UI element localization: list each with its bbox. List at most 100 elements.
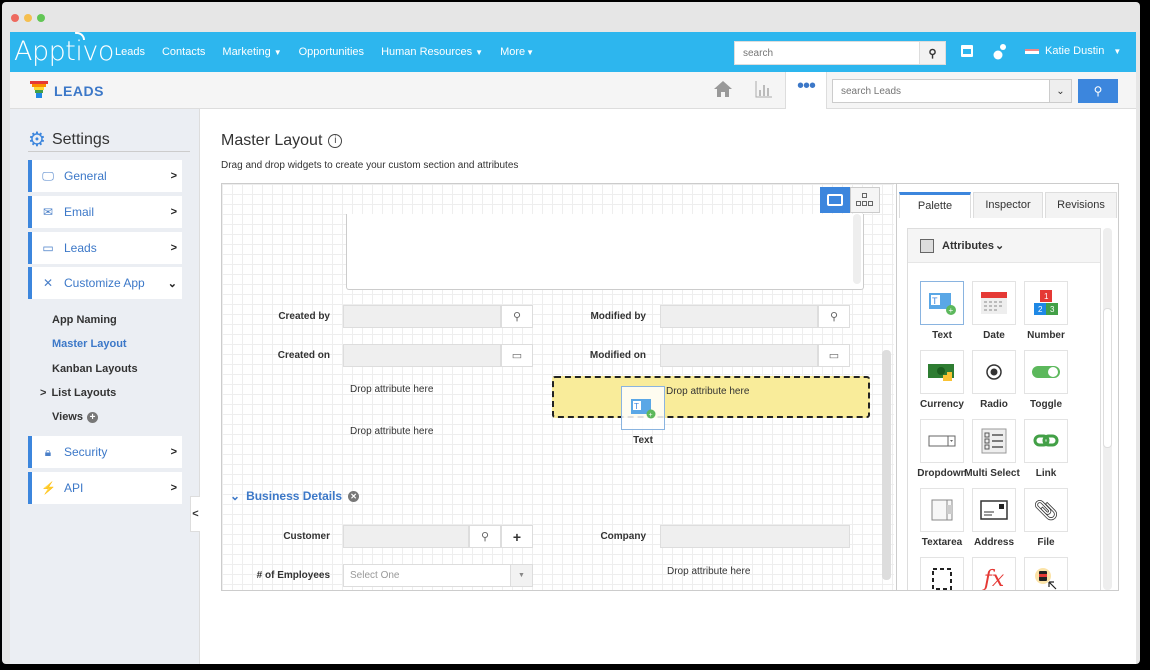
add-view-icon[interactable]: + <box>87 412 98 423</box>
search-filter-dropdown[interactable]: ⌄ <box>1049 80 1071 102</box>
customer-input[interactable] <box>343 525 469 548</box>
widget-label: Toggle <box>1029 399 1063 410</box>
widget-dropdown[interactable]: Dropdown <box>916 419 968 488</box>
modified-by-lookup-button[interactable]: ⚲ <box>818 305 850 328</box>
widget-label: Multi Select <box>964 468 1020 479</box>
collapse-sidebar-button[interactable]: < <box>190 496 200 532</box>
lock-icon: 🔒︎ <box>44 444 52 459</box>
subitem-master-layout[interactable]: Master Layout <box>52 338 127 350</box>
sidebar-item-leads[interactable]: ▭ Leads > <box>28 232 182 264</box>
remove-section-icon[interactable]: ✕ <box>348 490 360 502</box>
drop-zone[interactable]: Drop attribute here <box>350 426 433 437</box>
widget-toggle[interactable]: Toggle <box>1020 350 1072 419</box>
calendar-icon: ▭ <box>511 350 523 362</box>
subitem-kanban-layouts[interactable]: Kanban Layouts <box>52 363 138 375</box>
widget-text[interactable]: T + Text <box>916 281 968 350</box>
minimize-window-button[interactable] <box>24 14 32 22</box>
widget-address[interactable]: Address <box>968 488 1020 557</box>
sidebar-item-api[interactable]: ⚡ API > <box>28 472 182 504</box>
svg-text:3: 3 <box>1050 305 1055 314</box>
dragging-text-widget[interactable]: T + <box>621 386 665 430</box>
layout-grid[interactable]: Created by ⚲ Created on ▭ Modified by ⚲ … <box>222 184 894 590</box>
scrollbar[interactable] <box>853 214 861 284</box>
section-title: Business Details <box>246 489 343 503</box>
modified-on-date-button[interactable]: ▭ <box>818 344 850 367</box>
user-add-icon[interactable] <box>993 44 1007 65</box>
textarea-field[interactable] <box>346 214 864 290</box>
apptivo-logo[interactable]: Apptivo <box>14 32 114 67</box>
caret-down-icon: ▼ <box>510 565 532 586</box>
widget-multi-select[interactable]: Multi Select <box>964 419 1020 488</box>
maximize-window-button[interactable] <box>37 14 45 22</box>
tools-icon: ✕ <box>42 276 54 290</box>
store-icon[interactable] <box>960 44 974 63</box>
tab-inspector[interactable]: Inspector <box>973 192 1043 218</box>
drop-zone[interactable]: Drop attribute here <box>350 384 433 395</box>
widget-textarea[interactable]: Textarea <box>916 488 968 557</box>
section-header-business-details[interactable]: ⌄ Business Details ✕ <box>230 489 360 503</box>
home-icon[interactable] <box>713 80 733 103</box>
customer-label: Customer <box>283 531 330 542</box>
drop-zone-active[interactable]: Drop attribute here <box>552 376 870 418</box>
widget-radio[interactable]: Radio <box>968 350 1020 419</box>
canvas-scrollbar[interactable] <box>882 350 891 580</box>
employees-select[interactable]: Select One ▼ <box>343 564 533 587</box>
company-input[interactable] <box>660 525 850 548</box>
modified-by-input[interactable] <box>660 305 818 328</box>
palette-scrollbar[interactable] <box>1103 228 1112 590</box>
global-search-button[interactable]: ⚲ <box>919 42 945 64</box>
nav-label: More <box>500 46 526 58</box>
desktop-view-button[interactable] <box>820 187 850 213</box>
info-icon[interactable]: i <box>328 134 343 148</box>
nav-human-resources[interactable]: Human Resources ▼ <box>381 46 483 58</box>
scrollbar-thumb[interactable] <box>1103 308 1112 448</box>
widget-label: Number <box>1027 330 1065 341</box>
flag-icon <box>1025 48 1039 54</box>
global-search-input[interactable] <box>735 42 919 64</box>
sidebar-item-general[interactable]: 🖵 General > <box>28 160 182 192</box>
created-by-lookup-button[interactable]: ⚲ <box>501 305 533 328</box>
widget-reference[interactable] <box>1020 557 1072 590</box>
widget-date[interactable]: Date <box>968 281 1020 350</box>
subitem-list-layouts[interactable]: > List Layouts <box>40 387 116 399</box>
widget-number[interactable]: 123 Number <box>1020 281 1072 350</box>
leads-search-input[interactable] <box>833 80 1049 102</box>
sidebar-item-label: Leads <box>64 241 97 255</box>
sidebar-item-security[interactable]: 🔒︎ Security > <box>28 436 182 468</box>
widget-formula[interactable]: fx <box>968 557 1020 590</box>
close-window-button[interactable] <box>11 14 19 22</box>
nav-opportunities[interactable]: Opportunities <box>299 46 364 58</box>
tab-revisions[interactable]: Revisions <box>1045 192 1117 218</box>
text-field-icon: T+ <box>929 293 956 315</box>
created-on-input[interactable] <box>343 344 501 367</box>
modified-on-input[interactable] <box>660 344 818 367</box>
drop-zone[interactable]: Drop attribute here <box>667 566 750 577</box>
add-customer-button[interactable]: + <box>501 525 533 548</box>
toggle-icon <box>1032 366 1060 378</box>
sidebar-item-customize-app[interactable]: ✕ Customize App ⌄ <box>28 267 182 299</box>
created-on-date-button[interactable]: ▭ <box>501 344 533 367</box>
widget-link[interactable]: Link <box>1020 419 1072 488</box>
nav-marketing[interactable]: Marketing ▼ <box>222 46 281 58</box>
attributes-group-header[interactable]: Attributes ⌄ <box>908 229 1100 263</box>
subitem-app-naming[interactable]: App Naming <box>52 314 117 326</box>
nav-leads[interactable]: Leads <box>115 46 145 58</box>
search-icon: ⚲ <box>512 311 522 323</box>
sidebar-item-email[interactable]: ✉ Email > <box>28 196 182 228</box>
subitem-views[interactable]: Views + <box>52 411 98 423</box>
reports-icon[interactable] <box>755 80 773 103</box>
hierarchy-view-button[interactable] <box>850 187 880 213</box>
widget-icon-box <box>1024 350 1068 394</box>
widget-icon-box <box>972 488 1016 532</box>
more-icon[interactable]: ••• <box>785 72 827 109</box>
created-by-input[interactable] <box>343 305 501 328</box>
widget-file[interactable]: 📎︎ File <box>1020 488 1072 557</box>
tab-palette[interactable]: Palette <box>899 192 971 218</box>
leads-search-button[interactable]: ⚲ <box>1078 79 1118 103</box>
nav-contacts[interactable]: Contacts <box>162 46 205 58</box>
user-menu[interactable]: Katie Dustin ▼ <box>1025 45 1121 57</box>
widget-currency[interactable]: Currency <box>916 350 968 419</box>
customer-lookup-button[interactable]: ⚲ <box>469 525 501 548</box>
nav-more[interactable]: More▼ <box>500 46 534 58</box>
widget-section[interactable] <box>916 557 968 590</box>
